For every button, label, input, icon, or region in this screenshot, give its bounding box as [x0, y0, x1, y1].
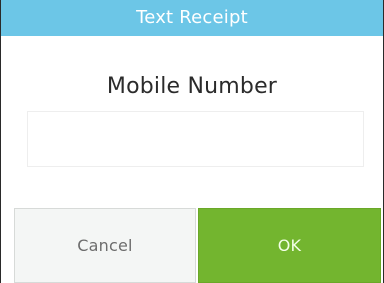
mobile-number-input[interactable] [28, 112, 363, 166]
text-receipt-dialog: Text Receipt Mobile Number Cancel OK [0, 0, 384, 283]
mobile-number-label: Mobile Number [106, 74, 278, 99]
dialog-title-bar: Text Receipt [1, 0, 383, 36]
ok-button-label: OK [277, 236, 302, 255]
cancel-button[interactable]: Cancel [14, 208, 196, 283]
ok-button[interactable]: OK [198, 208, 381, 283]
mobile-number-field-container [27, 111, 364, 167]
dialog-actions: Cancel OK [1, 208, 383, 283]
dialog-title: Text Receipt [136, 7, 248, 28]
cancel-button-label: Cancel [77, 236, 133, 255]
